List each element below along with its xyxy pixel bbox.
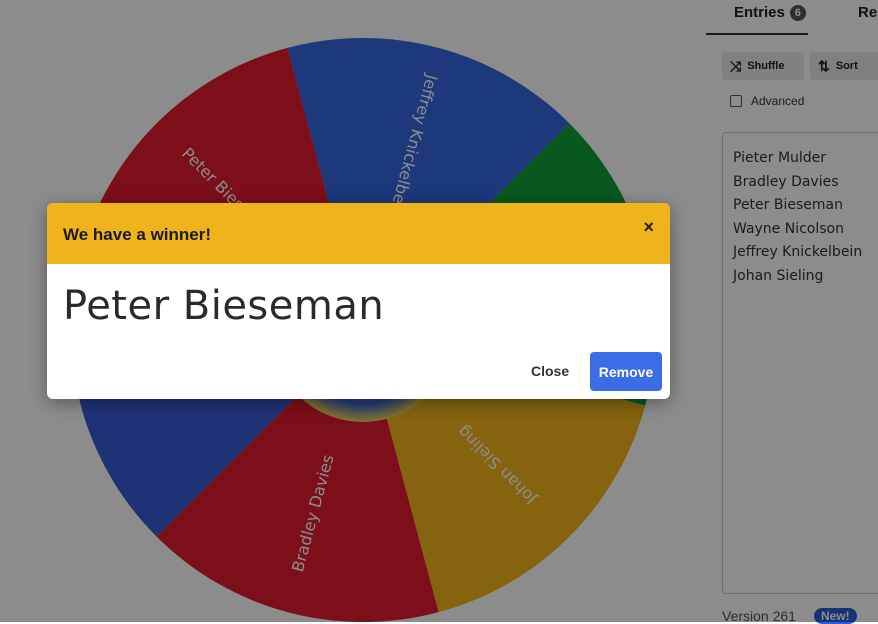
winner-dialog: We have a winner! × Peter Bieseman Close… [47,203,670,399]
dialog-title: We have a winner! [63,225,212,244]
close-icon[interactable]: × [643,217,654,238]
app-window: Jeffrey Knickelbe...Wayne NicolsonJohan … [0,0,878,624]
winner-name: Peter Bieseman [63,283,385,329]
dialog-header: We have a winner! × [47,203,670,264]
remove-button[interactable]: Remove [590,352,662,391]
close-button[interactable]: Close [531,363,569,379]
